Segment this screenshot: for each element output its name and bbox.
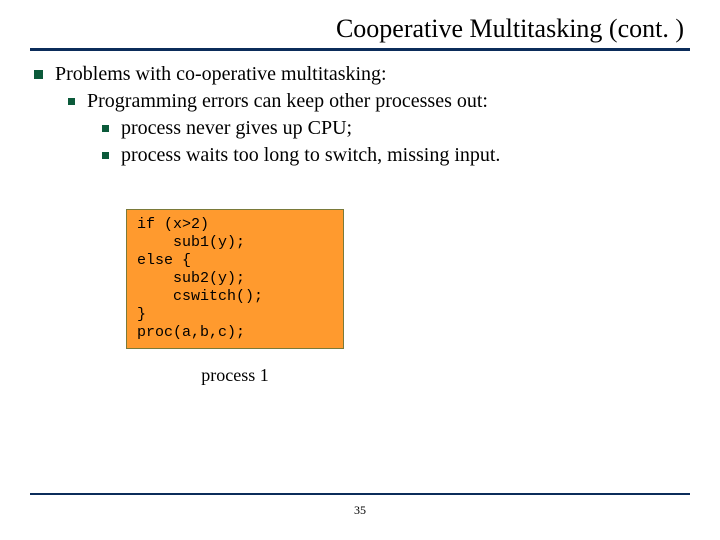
bullet-level2: Programming errors can keep other proces… <box>68 88 686 115</box>
bullet-text: process waits too long to switch, missin… <box>121 142 500 169</box>
page-number: 35 <box>30 503 690 518</box>
content-area: Problems with co-operative multitasking:… <box>30 51 690 387</box>
square-bullet-icon <box>34 70 43 79</box>
bullet-text: process never gives up CPU; <box>121 115 352 142</box>
code-block: if (x>2) sub1(y); else { sub2(y); cswitc… <box>126 209 344 349</box>
code-caption: process 1 <box>126 363 344 387</box>
slide: Cooperative Multitasking (cont. ) Proble… <box>0 0 720 540</box>
bullet-text: Problems with co-operative multitasking: <box>55 61 387 88</box>
bullet-level3: process never gives up CPU; <box>102 115 686 142</box>
square-bullet-icon <box>102 125 109 132</box>
footer: 35 <box>30 493 690 518</box>
bullet-level1: Problems with co-operative multitasking: <box>34 61 686 88</box>
square-bullet-icon <box>68 98 75 105</box>
slide-title: Cooperative Multitasking (cont. ) <box>30 14 684 44</box>
title-wrap: Cooperative Multitasking (cont. ) <box>30 10 690 44</box>
bullet-level3: process waits too long to switch, missin… <box>102 142 686 169</box>
footer-rule <box>30 493 690 495</box>
bullet-text: Programming errors can keep other proces… <box>87 88 488 115</box>
square-bullet-icon <box>102 152 109 159</box>
